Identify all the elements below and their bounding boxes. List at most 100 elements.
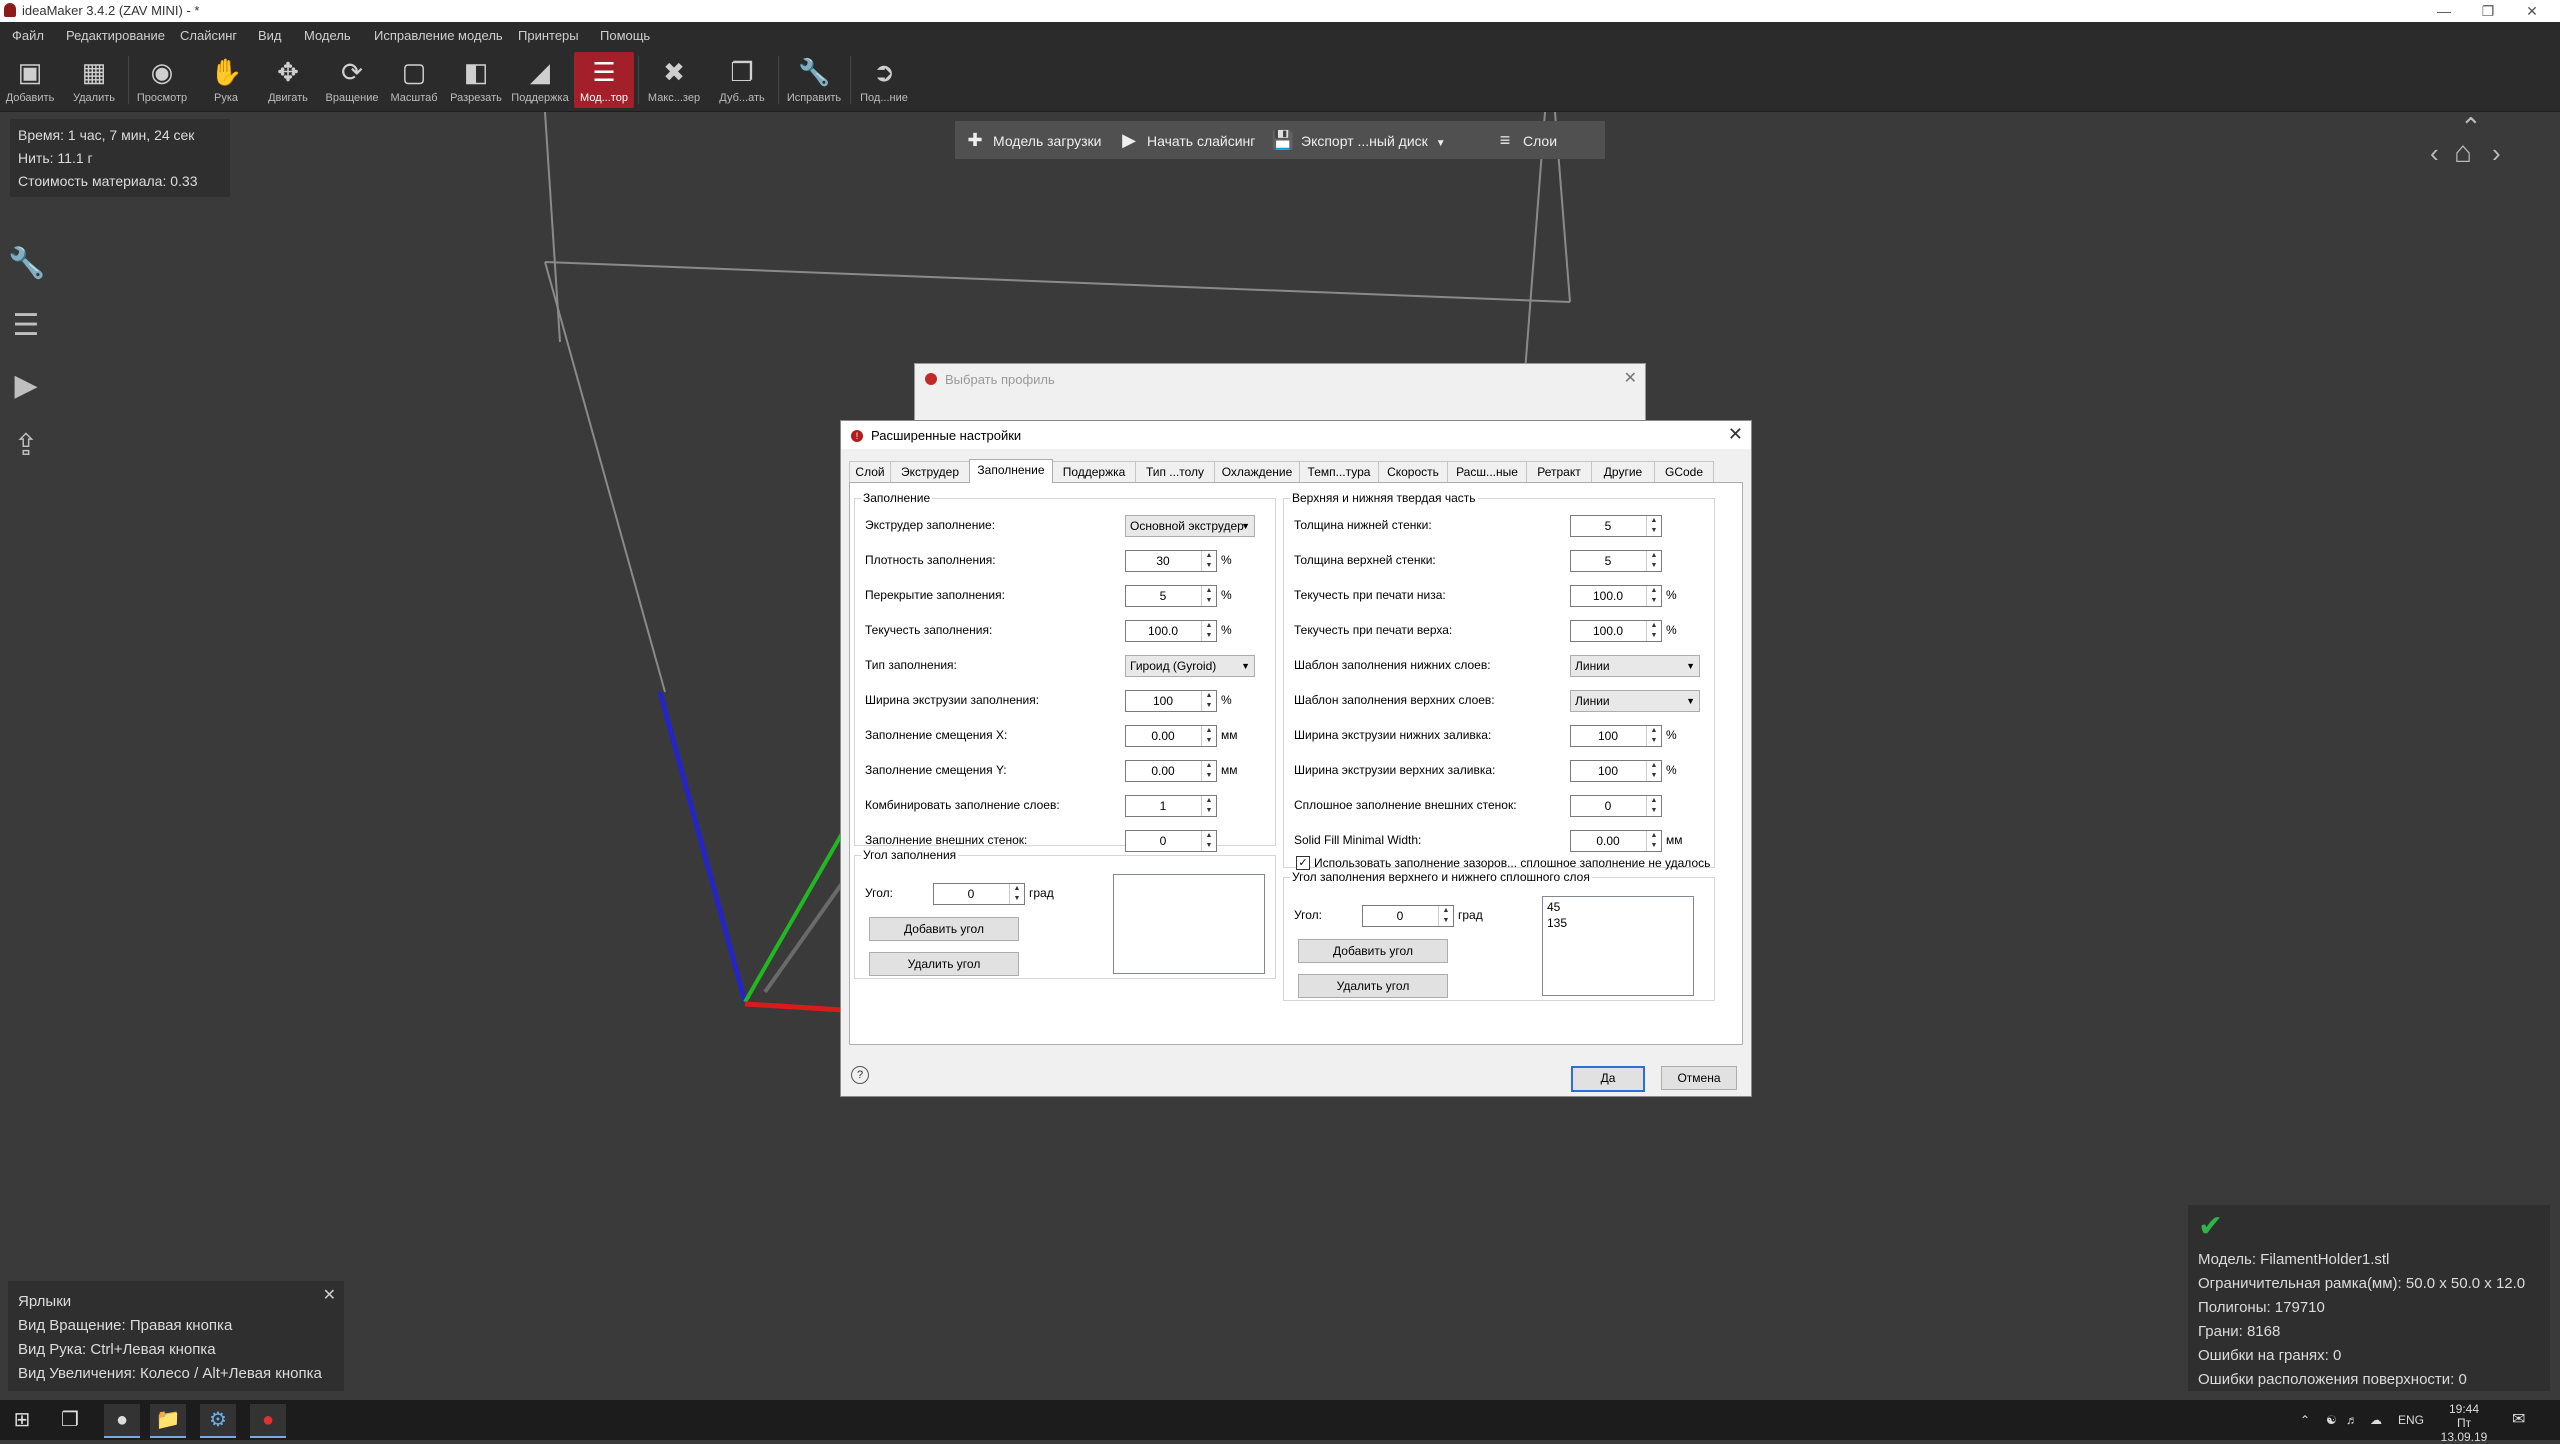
spinner-arrows-icon[interactable]: ▲ ▼: [1438, 906, 1453, 926]
notifications-icon[interactable]: ✉: [2512, 1400, 2525, 1440]
network-icon[interactable]: ☯: [2326, 1400, 2337, 1440]
chevron-right-icon[interactable]: ›: [2492, 138, 2501, 169]
infill-offset-y-input[interactable]: 0.00 ▲ ▼: [1125, 760, 1217, 782]
list-item[interactable]: 45: [1547, 900, 1560, 914]
close-icon[interactable]: ✕: [1728, 424, 1743, 445]
tab-layer[interactable]: Слой: [849, 461, 891, 482]
file-explorer-icon[interactable]: 📁: [150, 1404, 186, 1438]
rotate-button[interactable]: ⟳ Вращение: [322, 52, 382, 108]
load-model-button[interactable]: ✚ Модель загрузки: [963, 121, 1101, 159]
home-icon[interactable]: ⌂: [2454, 136, 2472, 170]
upload-icon[interactable]: ⇪: [8, 428, 44, 464]
solid-fill-min-width-input[interactable]: 0.00 ▲ ▼: [1570, 830, 1662, 852]
tab-cooling[interactable]: Охлаждение: [1214, 461, 1300, 482]
tray-chevron-up-icon[interactable]: ⌃: [2300, 1400, 2310, 1440]
menu-repair[interactable]: Исправление модель: [374, 28, 503, 43]
spinner-arrows-icon[interactable]: ▲ ▼: [1009, 884, 1024, 904]
spinner-arrows-icon[interactable]: ▲ ▼: [1201, 691, 1216, 711]
top-pattern-select[interactable]: Линии ▼: [1570, 690, 1700, 712]
tab-extruder[interactable]: Экструдер: [890, 461, 970, 482]
solid-angle-input[interactable]: 0 ▲ ▼: [1362, 905, 1454, 927]
cloud-icon[interactable]: ☁: [2370, 1400, 2382, 1440]
solid-angle-list[interactable]: 45 135: [1542, 896, 1694, 996]
view-button[interactable]: ◉ Просмотр: [132, 52, 192, 108]
combine-infill-layers-input[interactable]: 1 ▲ ▼: [1125, 795, 1217, 817]
cut-button[interactable]: ◧ Разрезать: [446, 52, 506, 108]
tab-retract[interactable]: Ретракт: [1526, 461, 1592, 482]
taskbar-clock[interactable]: 19:44 Пт 13.09.19: [2434, 1402, 2494, 1444]
gap-fill-checkbox[interactable]: ✓: [1296, 856, 1310, 870]
spinner-arrows-icon[interactable]: ▲ ▼: [1646, 761, 1661, 781]
remove-solid-angle-button[interactable]: Удалить угол: [1298, 974, 1448, 998]
menu-slice[interactable]: Слайсинг: [180, 28, 237, 43]
top-thickness-input[interactable]: 5 ▲ ▼: [1570, 550, 1662, 572]
add-button[interactable]: ▣ Добавить: [0, 52, 60, 108]
infill-extrusion-width-input[interactable]: 100 ▲ ▼: [1125, 690, 1217, 712]
spinner-arrows-icon[interactable]: ▲ ▼: [1201, 761, 1216, 781]
menu-printers[interactable]: Принтеры: [518, 28, 579, 43]
infill-angle-input[interactable]: 0 ▲ ▼: [933, 883, 1025, 905]
move-button[interactable]: ✥ Двигать: [258, 52, 318, 108]
outer-wall-infill-input[interactable]: 0 ▲ ▼: [1125, 830, 1217, 852]
add-infill-angle-button[interactable]: Добавить угол: [869, 917, 1019, 941]
infill-overlap-input[interactable]: 5 ▲ ▼: [1125, 585, 1217, 607]
tab-platform-type[interactable]: Тип ...толу: [1135, 461, 1215, 482]
spinner-arrows-icon[interactable]: ▲ ▼: [1201, 551, 1216, 571]
menu-help[interactable]: Помощь: [600, 28, 650, 43]
infill-flow-input[interactable]: 100.0 ▲ ▼: [1125, 620, 1217, 642]
app-icon[interactable]: ⚙: [200, 1404, 236, 1438]
language-indicator[interactable]: ENG: [2398, 1400, 2424, 1440]
close-icon[interactable]: ✕: [1624, 368, 1637, 388]
close-icon[interactable]: ✕: [323, 1285, 336, 1305]
hand-button[interactable]: ✋ Рука: [196, 52, 256, 108]
infill-angle-list[interactable]: [1113, 874, 1265, 974]
tab-other[interactable]: Другие: [1591, 461, 1655, 482]
tab-infill[interactable]: Заполнение: [969, 459, 1053, 483]
tab-support[interactable]: Поддержка: [1052, 461, 1136, 482]
spinner-arrows-icon[interactable]: ▲ ▼: [1646, 726, 1661, 746]
task-view-icon[interactable]: ❐: [52, 1404, 88, 1436]
spinner-arrows-icon[interactable]: ▲ ▼: [1646, 796, 1661, 816]
list-item[interactable]: 135: [1547, 916, 1567, 930]
restore-button[interactable]: ❐: [2468, 0, 2508, 22]
support-button[interactable]: ◢ Поддержка: [510, 52, 570, 108]
tab-speed[interactable]: Скорость: [1378, 461, 1448, 482]
infill-type-select[interactable]: Гироид (Gyroid) ▼: [1125, 655, 1255, 677]
scale-button[interactable]: ▢ Масштаб: [384, 52, 444, 108]
layers-button[interactable]: ≡ Слои: [1493, 121, 1557, 159]
spinner-arrows-icon[interactable]: ▲ ▼: [1646, 621, 1661, 641]
cancel-button[interactable]: Отмена: [1661, 1066, 1737, 1090]
spinner-arrows-icon[interactable]: ▲ ▼: [1646, 586, 1661, 606]
minimize-button[interactable]: —: [2424, 0, 2464, 22]
menu-model[interactable]: Модель: [304, 28, 351, 43]
chrome-icon[interactable]: ●: [104, 1404, 140, 1438]
bottom-extrusion-width-input[interactable]: 100 ▲ ▼: [1570, 725, 1662, 747]
menu-view[interactable]: Вид: [258, 28, 282, 43]
tab-gcode[interactable]: GCode: [1654, 461, 1714, 482]
wrench-icon[interactable]: 🔧: [8, 246, 45, 282]
close-window-button[interactable]: ✕: [2512, 0, 2552, 22]
connect-button[interactable]: ➲ Под...ние: [854, 52, 914, 108]
spinner-arrows-icon[interactable]: ▲ ▼: [1201, 726, 1216, 746]
export-button[interactable]: 💾 Экспорт ...ный диск ▼: [1271, 121, 1446, 159]
infill-extruder-select[interactable]: Основной экструдер ▼: [1125, 515, 1255, 537]
bottom-pattern-select[interactable]: Линии ▼: [1570, 655, 1700, 677]
menu-edit[interactable]: Редактирование: [66, 28, 165, 43]
spinner-arrows-icon[interactable]: ▲ ▼: [1201, 586, 1216, 606]
top-flow-input[interactable]: 100.0 ▲ ▼: [1570, 620, 1662, 642]
spinner-arrows-icon[interactable]: ▲ ▼: [1201, 831, 1216, 851]
modifier-button[interactable]: ☰ Мод...тор: [574, 52, 634, 108]
remove-button[interactable]: ▦ Удалить: [64, 52, 124, 108]
bottom-thickness-input[interactable]: 5 ▲ ▼: [1570, 515, 1662, 537]
maximize-button[interactable]: ✖ Макс...зер: [644, 52, 704, 108]
list-icon[interactable]: ☰: [8, 308, 44, 344]
ok-button[interactable]: Да: [1571, 1066, 1645, 1092]
spinner-arrows-icon[interactable]: ▲ ▼: [1646, 831, 1661, 851]
menu-file[interactable]: Файл: [12, 28, 44, 43]
tab-temperature[interactable]: Темп...тура: [1299, 461, 1379, 482]
spinner-arrows-icon[interactable]: ▲ ▼: [1201, 621, 1216, 641]
remove-infill-angle-button[interactable]: Удалить угол: [869, 952, 1019, 976]
bottom-flow-input[interactable]: 100.0 ▲ ▼: [1570, 585, 1662, 607]
help-icon[interactable]: ?: [851, 1066, 869, 1084]
top-extrusion-width-input[interactable]: 100 ▲ ▼: [1570, 760, 1662, 782]
